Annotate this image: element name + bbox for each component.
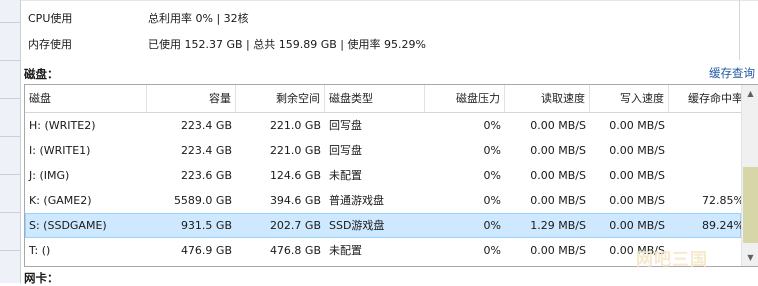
cell-disk-type: 回写盘 <box>329 119 362 132</box>
cell-write-speed: 0.00 MB/S <box>609 194 665 207</box>
cell-free-space: 476.8 GB <box>269 244 321 257</box>
cell-disk-type: 回写盘 <box>329 144 362 157</box>
network-card-section-title: 网卡： <box>24 271 59 285</box>
cell-write-speed: 0.00 MB/S <box>609 119 665 132</box>
column-header-cache-hit-rate[interactable]: 缓存命中率 <box>669 85 748 112</box>
scrollbar-thumb[interactable] <box>743 167 758 243</box>
cell-write-speed: 0.00 MB/S <box>609 219 665 232</box>
cell-write-speed: 0.00 MB/S <box>609 144 665 157</box>
cache-query-link[interactable]: 缓存查询 <box>709 65 755 81</box>
column-header-disk[interactable]: 磁盘 <box>25 85 147 112</box>
column-header-capacity[interactable]: 容量 <box>147 85 236 112</box>
sidebar-divider <box>0 22 20 23</box>
table-row[interactable]: J: (IMG) 223.6 GB 124.6 GB 未配置 0% 0.00 M… <box>25 163 741 188</box>
table-header: 磁盘 容量 剩余空间 磁盘类型 磁盘压力 读取速度 写入速度 缓存命中率 <box>25 85 748 113</box>
cell-capacity: 223.6 GB <box>180 169 232 182</box>
disk-section-title: 磁盘： <box>24 67 59 81</box>
cell-disk-name: S: (SSDGAME) <box>29 219 107 232</box>
cell-disk-pressure: 0% <box>483 169 501 182</box>
scroll-down-arrow-icon[interactable]: ▼ <box>742 249 758 266</box>
cell-read-speed: 0.00 MB/S <box>530 144 586 157</box>
cell-free-space: 394.6 GB <box>269 194 321 207</box>
column-header-write-speed[interactable]: 写入速度 <box>590 85 669 112</box>
cell-disk-name: J: (IMG) <box>29 169 70 182</box>
cell-read-speed: 1.29 MB/S <box>530 219 586 232</box>
scroll-up-arrow-icon[interactable]: ▲ <box>742 85 758 102</box>
cell-cache-hit-rate: 72.85% <box>702 194 744 207</box>
cell-disk-name: K: (GAME2) <box>29 194 92 207</box>
table-row[interactable]: K: (GAME2) 5589.0 GB 394.6 GB 普通游戏盘 0% 0… <box>25 188 744 213</box>
column-header-read-speed[interactable]: 读取速度 <box>505 85 590 112</box>
sidebar-divider <box>0 136 20 137</box>
table-row[interactable]: I: (WRITE1) 223.4 GB 221.0 GB 回写盘 0% 0.0… <box>25 138 741 163</box>
memory-usage-value: 已使用 152.37 GB | 总共 159.89 GB | 使用率 95.29… <box>148 38 426 51</box>
table-row-selected[interactable]: S: (SSDGAME) 931.5 GB 202.7 GB SSD游戏盘 0%… <box>25 213 744 238</box>
sidebar-divider <box>0 212 20 213</box>
vertical-scrollbar[interactable]: ▲ ▼ <box>741 85 758 266</box>
cell-read-speed: 0.00 MB/S <box>530 194 586 207</box>
cell-disk-type: 未配置 <box>329 244 362 257</box>
cell-disk-type: 普通游戏盘 <box>329 194 384 207</box>
sidebar-divider <box>0 60 20 61</box>
cpu-usage-label: CPU使用 <box>28 12 73 25</box>
cell-free-space: 221.0 GB <box>269 119 321 132</box>
panel-edge <box>739 0 740 60</box>
left-sidebar-strip <box>0 0 21 283</box>
cell-disk-type: SSD游戏盘 <box>329 219 385 232</box>
cell-disk-name: I: (WRITE1) <box>29 144 91 157</box>
cell-disk-name: T: () <box>29 244 51 257</box>
cell-disk-pressure: 0% <box>483 119 501 132</box>
cell-read-speed: 0.00 MB/S <box>530 119 586 132</box>
cell-capacity: 223.4 GB <box>180 119 232 132</box>
memory-usage-label: 内存使用 <box>28 38 72 51</box>
cell-capacity: 223.4 GB <box>180 144 232 157</box>
cell-disk-pressure: 0% <box>483 219 501 232</box>
disk-table: 磁盘 容量 剩余空间 磁盘类型 磁盘压力 读取速度 写入速度 缓存命中率 H: … <box>24 84 758 267</box>
cell-free-space: 124.6 GB <box>269 169 321 182</box>
cell-disk-type: 未配置 <box>329 169 362 182</box>
cell-disk-pressure: 0% <box>483 144 501 157</box>
cell-free-space: 202.7 GB <box>269 219 321 232</box>
column-header-disk-pressure[interactable]: 磁盘压力 <box>425 85 505 112</box>
cell-write-speed: 0.00 MB/S <box>609 169 665 182</box>
cell-capacity: 5589.0 GB <box>173 194 232 207</box>
cell-free-space: 221.0 GB <box>269 144 321 157</box>
cell-read-speed: 0.00 MB/S <box>530 169 586 182</box>
cpu-usage-value: 总利用率 0% | 32核 <box>148 12 249 25</box>
cell-disk-pressure: 0% <box>483 244 501 257</box>
cell-cache-hit-rate <box>669 113 748 138</box>
sidebar-divider <box>0 174 20 175</box>
cell-cache-hit-rate: 89.24% <box>702 219 744 232</box>
table-row[interactable]: T: () 476.9 GB 476.8 GB 未配置 0% 0.00 MB/S… <box>25 238 741 263</box>
cell-disk-name: H: (WRITE2) <box>29 119 96 132</box>
watermark-logo: 网吧三国 <box>636 250 708 270</box>
cell-read-speed: 0.00 MB/S <box>530 244 586 257</box>
sidebar-divider <box>0 250 20 251</box>
cell-disk-pressure: 0% <box>483 194 501 207</box>
cell-capacity: 931.5 GB <box>180 219 232 232</box>
cell-cache-hit-rate <box>669 138 748 163</box>
cell-cache-hit-rate <box>669 163 748 188</box>
sidebar-divider <box>0 98 20 99</box>
table-row[interactable]: H: (WRITE2) 223.4 GB 221.0 GB 回写盘 0% 0.0… <box>25 113 741 138</box>
column-header-disk-type[interactable]: 磁盘类型 <box>325 85 425 112</box>
column-header-free-space[interactable]: 剩余空间 <box>236 85 325 112</box>
cell-capacity: 476.9 GB <box>180 244 232 257</box>
top-divider <box>21 0 758 1</box>
